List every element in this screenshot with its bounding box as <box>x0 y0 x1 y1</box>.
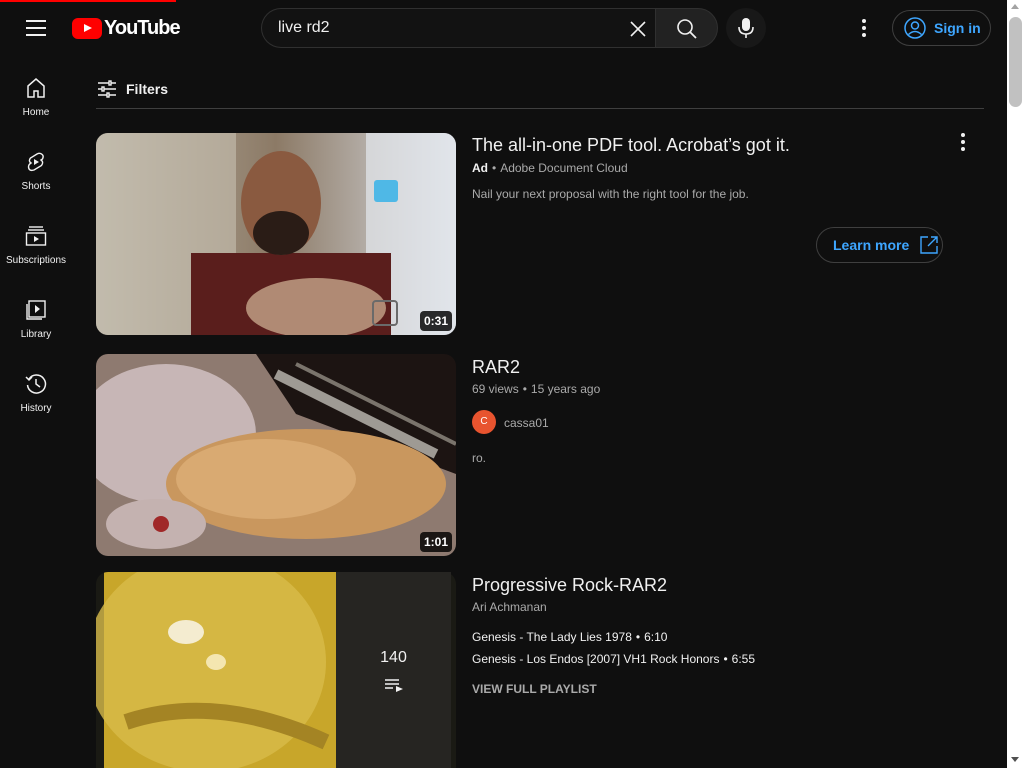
page-scrollbar[interactable] <box>1007 0 1024 768</box>
scroll-up-arrow-icon[interactable] <box>1011 4 1019 9</box>
guide-item-home[interactable]: Home <box>4 56 68 130</box>
ad-thumbnail-image <box>96 133 456 335</box>
settings-more-icon[interactable] <box>852 16 876 40</box>
ad-meta: Ad • Adobe Document Cloud <box>472 161 628 175</box>
voice-search-button[interactable] <box>726 8 766 48</box>
guide-item-label: Subscriptions <box>5 255 67 266</box>
learn-more-button[interactable]: Learn more <box>816 227 943 263</box>
video-duration: 1:01 <box>419 532 452 552</box>
filters-button[interactable]: Filters <box>96 78 168 100</box>
playlist-title[interactable]: Progressive Rock-RAR2 <box>472 575 667 596</box>
guide-item-label: Library <box>20 329 52 340</box>
clear-search-icon[interactable] <box>628 19 648 39</box>
view-full-playlist-link[interactable]: VIEW FULL PLAYLIST <box>472 682 597 696</box>
history-icon <box>25 374 47 394</box>
search-icon <box>677 19 697 39</box>
youtube-logo-icon <box>72 17 102 39</box>
external-link-icon <box>920 236 938 254</box>
youtube-logo[interactable]: YouTube <box>72 16 181 39</box>
scroll-down-arrow-icon[interactable] <box>1011 757 1019 762</box>
sign-in-label: Sign in <box>934 20 981 36</box>
guide-item-label: Shorts <box>21 181 51 192</box>
playlist-item-duration: 6:55 <box>731 652 756 666</box>
channel-name[interactable]: cassa01 <box>504 416 549 430</box>
playlist-item-title: Genesis - Los Endos [2007] VH1 Rock Hono… <box>472 652 720 666</box>
playlist-item-duration: 6:10 <box>644 630 668 644</box>
video-description: ro. <box>472 451 487 465</box>
guide-menu-button[interactable] <box>20 16 52 40</box>
scrollbar-thumb[interactable] <box>1009 17 1022 107</box>
guide-item-shorts[interactable]: Shorts <box>4 130 68 204</box>
logo-text: YouTube <box>104 16 181 39</box>
playlist-item-title: Genesis - The Lady Lies 1978 <box>472 630 632 644</box>
subscriptions-icon <box>25 226 47 246</box>
playlist-icon <box>385 679 403 692</box>
guide-item-label: History <box>20 403 52 414</box>
video-duration: 0:31 <box>419 311 452 331</box>
shorts-icon <box>27 152 44 172</box>
upload-age: 15 years ago <box>530 382 601 396</box>
ad-thumbnail[interactable]: 0:31 <box>96 133 456 335</box>
guide-item-label: Home <box>22 107 50 118</box>
account-icon <box>904 17 926 39</box>
learn-more-label: Learn more <box>833 237 910 253</box>
video-thumbnail-image <box>96 354 456 556</box>
masthead: YouTube Sign in <box>0 0 1007 56</box>
sign-in-button[interactable]: Sign in <box>892 10 991 46</box>
library-icon <box>26 300 46 320</box>
playlist-item[interactable]: Genesis - The Lady Lies 1978 • 6:10 <box>472 630 667 644</box>
search-box <box>261 8 655 48</box>
filters-icon <box>98 80 116 98</box>
ad-description: Nail your next proposal with the right t… <box>472 187 749 201</box>
guide-item-history[interactable]: History <box>4 352 68 426</box>
ad-more-icon[interactable] <box>951 130 975 154</box>
guide-item-library[interactable]: Library <box>4 278 68 352</box>
playlist-channel[interactable]: Ari Achmanan <box>472 600 547 614</box>
microphone-icon <box>738 18 754 38</box>
filters-label: Filters <box>126 81 169 97</box>
advertiser-name[interactable]: Adobe Document Cloud <box>500 161 627 175</box>
playlist-item[interactable]: Genesis - Los Endos [2007] VH1 Rock Hono… <box>472 652 755 666</box>
video-meta: 69 views • 15 years ago <box>472 382 601 396</box>
filters-divider <box>96 108 984 109</box>
search-input[interactable] <box>278 18 608 38</box>
guide-item-subscriptions[interactable]: Subscriptions <box>4 204 68 278</box>
home-icon <box>27 78 45 98</box>
search-button[interactable] <box>655 8 718 48</box>
playlist-overlay: 140 <box>336 572 451 768</box>
ad-title[interactable]: The all-in-one PDF tool. Acrobat’s got i… <box>472 135 790 156</box>
video-title[interactable]: RAR2 <box>472 357 520 378</box>
channel-avatar[interactable]: C <box>472 410 496 434</box>
video-thumbnail[interactable]: 1:01 <box>96 354 456 556</box>
playlist-video-count: 140 <box>380 649 407 666</box>
ad-badge: Ad <box>472 161 488 175</box>
view-count: 69 views <box>472 382 519 396</box>
